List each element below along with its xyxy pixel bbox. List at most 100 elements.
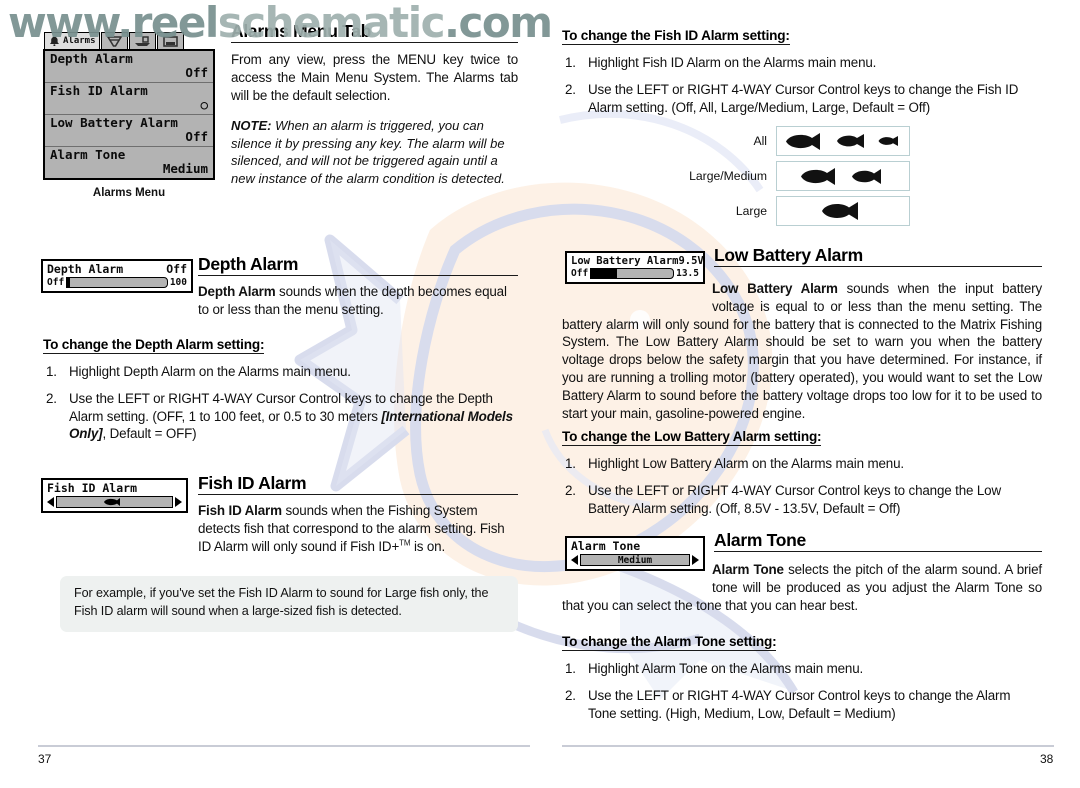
lcd-row-depth-alarm[interactable]: Depth Alarm Off bbox=[45, 51, 213, 83]
lcd-row-depth-alarm-value: Off bbox=[185, 65, 208, 80]
fish-id-alarm-widget[interactable]: Fish ID Alarm bbox=[41, 478, 188, 514]
heading-rule bbox=[198, 275, 518, 277]
right-page-number: 38 bbox=[1040, 752, 1054, 766]
table-row: Large/Medium bbox=[684, 161, 910, 191]
fish-id-alarm-steps: 1. Highlight Fish ID Alarm on the Alarms… bbox=[562, 54, 1042, 116]
fish-id-alarm-callout: For example, if you've set the Fish ID A… bbox=[60, 576, 518, 632]
list-item: 2. Use the LEFT or RIGHT 4-WAY Cursor Co… bbox=[43, 390, 518, 443]
depth-alarm-widget-title: Depth Alarm bbox=[47, 262, 124, 276]
table-row: Large bbox=[684, 196, 910, 226]
table-row: All bbox=[684, 126, 910, 156]
manual-page-spread: www.reelschematic.com Alarms Depth Alarm… bbox=[0, 0, 1080, 788]
alarms-menu-caption: Alarms Menu bbox=[92, 187, 166, 199]
low-battery-slider-track[interactable] bbox=[590, 268, 675, 280]
alarm-tone-widget[interactable]: Alarm Tone Medium bbox=[565, 536, 705, 572]
lcd-tab-views[interactable] bbox=[156, 32, 184, 49]
right-arrow-icon[interactable] bbox=[175, 497, 182, 508]
lcd-row-alarm-tone-value: Medium bbox=[162, 161, 208, 176]
section-low-battery-heading: Low Battery Alarm bbox=[714, 245, 1042, 268]
low-battery-steps: 1. Highlight Low Battery Alarm on the Al… bbox=[562, 455, 1042, 517]
depth-alarm-widget[interactable]: Depth Alarm Off Off 100 bbox=[41, 259, 193, 294]
step-number: 2. bbox=[565, 482, 576, 498]
low-battery-alarm-widget[interactable]: Low Battery Alarm 9.5V Off 13.5 bbox=[565, 251, 705, 285]
fish-icon-small bbox=[878, 136, 898, 146]
lcd-row-low-battery-alarm[interactable]: Low Battery Alarm Off bbox=[45, 115, 213, 147]
list-item: 2. Use the LEFT or RIGHT 4-WAY Cursor Co… bbox=[562, 482, 1042, 518]
fish-size-box-all bbox=[776, 126, 910, 156]
low-battery-max-label: 13.5 bbox=[676, 268, 699, 280]
fish-icon-large bbox=[786, 132, 820, 150]
depth-alarm-steps: 1. Highlight Depth Alarm on the Alarms m… bbox=[43, 363, 518, 443]
fish-icon-medium bbox=[851, 168, 881, 184]
low-battery-min-label: Off bbox=[571, 268, 589, 280]
trademark-symbol: TM bbox=[399, 538, 411, 548]
list-item: 2. Use the LEFT or RIGHT 4-WAY Cursor Co… bbox=[562, 687, 1042, 723]
fish-id-alarm-selector-track[interactable] bbox=[56, 496, 173, 509]
depth-alarm-slider-track[interactable] bbox=[66, 277, 168, 289]
alarm-tone-instructions: To change the Alarm Tone setting: 1. Hig… bbox=[562, 633, 1042, 731]
step-number: 2. bbox=[565, 687, 576, 703]
list-item: 1. Highlight Depth Alarm on the Alarms m… bbox=[43, 363, 518, 381]
lcd-row-fish-id-alarm[interactable]: Fish ID Alarm ○ bbox=[45, 83, 213, 115]
low-battery-heading: Low Battery Alarm bbox=[714, 245, 863, 265]
section-alarm-tone-heading: Alarm Tone bbox=[714, 531, 1042, 553]
step-text: Highlight Depth Alarm on the Alarms main… bbox=[69, 364, 351, 379]
lcd-row-low-battery-alarm-label: Low Battery Alarm bbox=[50, 115, 178, 130]
fish-icon bbox=[103, 498, 120, 507]
section-alarms-menu-tab: Alarms Menu Tab From any view, press the… bbox=[231, 22, 518, 188]
lcd-tab-setup[interactable] bbox=[128, 32, 156, 49]
section-fish-id-alarm-heading: Fish ID Alarm Fish ID Alarm sounds when … bbox=[198, 474, 518, 556]
lcd-tab-alarms[interactable]: Alarms bbox=[44, 32, 100, 49]
lcd-row-depth-alarm-label: Depth Alarm bbox=[50, 51, 133, 66]
low-battery-slider-row[interactable]: Off 13.5 bbox=[571, 268, 699, 280]
left-arrow-icon[interactable] bbox=[571, 555, 578, 566]
alarms-menu-tab-note: NOTE: When an alarm is triggered, you ca… bbox=[231, 117, 518, 188]
left-arrow-icon[interactable] bbox=[47, 497, 54, 508]
depth-alarm-slider-knob[interactable] bbox=[67, 277, 71, 289]
lcd-tab-sonar[interactable] bbox=[100, 32, 128, 49]
depth-alarm-min-label: Off bbox=[47, 277, 65, 289]
left-footer-rule bbox=[38, 745, 530, 747]
fish-id-alarm-callout-text: For example, if you've set the Fish ID A… bbox=[74, 586, 489, 618]
low-battery-lead-bold: Low Battery Alarm bbox=[712, 281, 838, 296]
lcd-row-fish-id-alarm-value: ○ bbox=[200, 97, 208, 112]
low-battery-slider-knob[interactable] bbox=[614, 268, 618, 280]
depth-alarm-widget-value: Off bbox=[166, 262, 187, 276]
alarms-menu-panel: Depth Alarm Off Fish ID Alarm ○ Low Batt… bbox=[43, 49, 215, 180]
fish-size-label-large-medium: Large/Medium bbox=[689, 169, 767, 183]
alarms-menu-screenshot: Alarms Depth Alarm Off Fish ID Alarm ○ L… bbox=[43, 32, 215, 199]
depth-alarm-slider-row[interactable]: Off 100 bbox=[47, 277, 187, 289]
right-arrow-icon[interactable] bbox=[692, 555, 699, 566]
step-text: Use the LEFT or RIGHT 4-WAY Cursor Contr… bbox=[588, 482, 1001, 516]
alarm-tone-selected-value: Medium bbox=[617, 554, 653, 566]
depth-alarm-lead: Depth Alarm sounds when the depth become… bbox=[198, 283, 518, 319]
note-text: When an alarm is triggered, you can sile… bbox=[231, 117, 505, 186]
fish-id-alarm-subhead: To change the Fish ID Alarm setting: bbox=[562, 28, 790, 45]
fish-size-box-large bbox=[776, 196, 910, 226]
step-text-post: , Default = OFF) bbox=[102, 426, 197, 442]
fish-size-box-large-medium bbox=[776, 161, 910, 191]
lcd-row-alarm-tone[interactable]: Alarm Tone Medium bbox=[45, 147, 213, 178]
lcd-row-alarm-tone-label: Alarm Tone bbox=[50, 147, 126, 162]
step-text: Highlight Low Battery Alarm on the Alarm… bbox=[588, 456, 904, 471]
fish-id-alarm-instructions: To change the Fish ID Alarm setting: 1. … bbox=[562, 27, 1042, 125]
fish-id-alarm-selector-row[interactable] bbox=[47, 496, 182, 509]
alarm-tone-subhead: To change the Alarm Tone setting: bbox=[562, 634, 777, 651]
left-page-column: Alarms Depth Alarm Off Fish ID Alarm ○ L… bbox=[38, 0, 530, 788]
low-battery-body-wrap: Low Battery Alarm sounds when the input … bbox=[562, 280, 1042, 423]
fish-id-alarm-widget-title: Fish ID Alarm bbox=[47, 481, 138, 495]
alarms-menu-tab-paragraph: From any view, press the MENU key twice … bbox=[231, 52, 518, 104]
heading-rule bbox=[231, 42, 518, 44]
low-battery-instructions: To change the Low Battery Alarm setting:… bbox=[562, 428, 1042, 526]
display-views-icon bbox=[162, 35, 178, 47]
lcd-tab-alarms-label: Alarms bbox=[63, 36, 96, 46]
alarm-tone-selector-row[interactable]: Medium bbox=[571, 554, 699, 567]
note-label: NOTE: bbox=[231, 117, 272, 133]
heading-rule bbox=[714, 266, 1042, 268]
alarm-tone-lead-bold: Alarm Tone bbox=[712, 562, 784, 577]
fish-icon-large bbox=[822, 202, 858, 220]
fish-icon-large bbox=[800, 167, 835, 185]
alarm-tone-selector-track[interactable]: Medium bbox=[580, 554, 690, 567]
low-battery-subhead: To change the Low Battery Alarm setting: bbox=[562, 429, 822, 446]
fish-id-alarm-lead: Fish ID Alarm sounds when the Fishing Sy… bbox=[198, 502, 518, 555]
